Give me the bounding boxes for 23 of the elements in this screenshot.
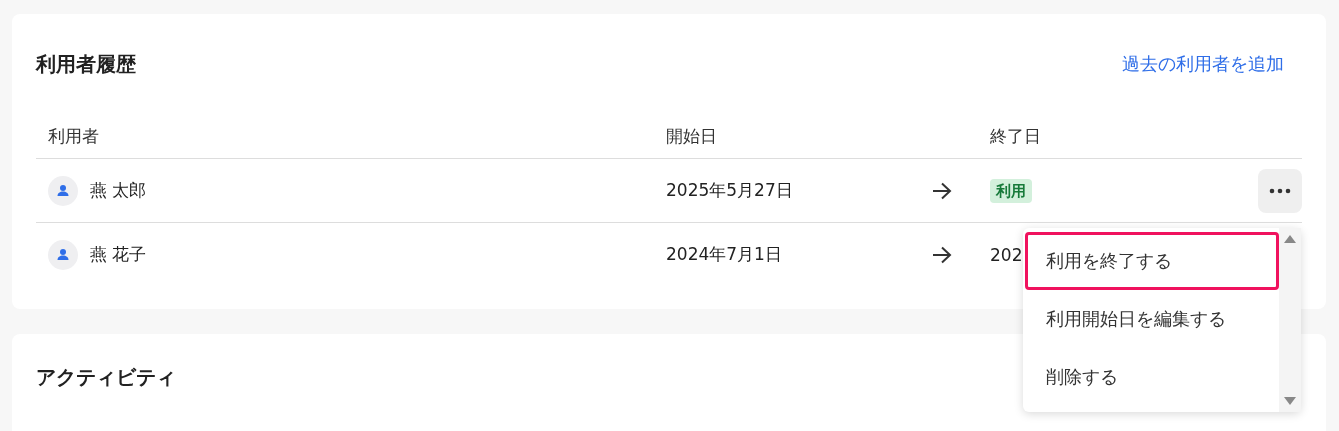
menu-item[interactable]: 利用を終了する — [1025, 232, 1279, 290]
user-name: 燕 太郎 — [90, 179, 147, 202]
user-avatar-icon — [48, 175, 78, 206]
start-date: 2025年5月27日 — [665, 179, 794, 202]
more-options-button[interactable] — [1258, 168, 1302, 213]
scroll-down-icon[interactable] — [1283, 396, 1297, 406]
scroll-up-icon[interactable] — [1283, 234, 1297, 244]
menu-item[interactable]: 削除する — [1025, 348, 1279, 406]
column-header: 開始日 — [665, 124, 718, 148]
section-title: 利用者履歴 — [36, 50, 136, 78]
column-header: 利用者 — [47, 124, 100, 148]
user-avatar-icon — [48, 239, 78, 270]
right-arrow-icon — [932, 245, 952, 264]
right-arrow-icon — [932, 181, 952, 200]
start-date: 2024年7月1日 — [665, 243, 783, 266]
more-icon — [1269, 187, 1291, 194]
status-badge: 利用 — [990, 179, 1032, 203]
add-past-user-link[interactable]: 過去の利用者を追加 — [1122, 52, 1284, 76]
menu-item[interactable]: 利用開始日を編集する — [1025, 290, 1279, 348]
user-name: 燕 花子 — [90, 243, 147, 266]
section-title: アクティビティ — [36, 364, 176, 391]
end-date: 202 — [990, 244, 1023, 265]
column-header: 終了日 — [989, 124, 1042, 148]
